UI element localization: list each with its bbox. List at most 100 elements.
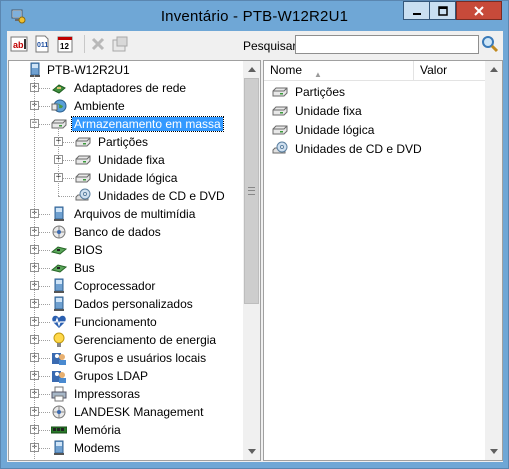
list-item[interactable]: Unidade lógica (268, 121, 488, 139)
tree-child-label: Unidades de CD e DVD (98, 189, 225, 203)
maximize-button[interactable] (429, 1, 456, 20)
list-scrollbar[interactable] (485, 61, 502, 460)
users-icon (52, 353, 66, 365)
drive-icon (51, 119, 67, 129)
toolbar-separator (84, 35, 85, 53)
tree-item-label: Arquivos de multimídia (74, 207, 196, 221)
binary-attribute-icon: 011 (35, 35, 49, 53)
tree-item[interactable]: + BIOS (9, 241, 243, 259)
list-item-label: Unidade fixa (295, 104, 362, 118)
tree-item[interactable]: − Armazenamento em massa (9, 115, 243, 133)
tree-item[interactable]: + Grupos LDAP (9, 367, 243, 385)
tree-item-label: BIOS (74, 243, 103, 257)
tree-item[interactable]: + Bus (9, 259, 243, 277)
tree-item[interactable]: + Dados personalizados (9, 295, 243, 313)
tree-item[interactable]: + Funcionamento (9, 313, 243, 331)
close-button[interactable] (456, 1, 502, 20)
title-bar[interactable]: Inventário - PTB-W12R2U1 (1, 1, 508, 31)
list-scroll-up-button[interactable] (485, 61, 502, 78)
minimize-button[interactable] (403, 1, 429, 20)
drive-icon (272, 125, 288, 135)
drive-icon (272, 106, 288, 116)
sort-ascending-icon: ▲ (314, 70, 322, 79)
users-icon (52, 371, 66, 383)
tree-child-item[interactable]: Unidades de CD e DVD (9, 187, 243, 205)
client-area: ab 011 12 Pesquisar: PTB-W12R2U1 + Adapt… (7, 31, 503, 462)
inventory-tree[interactable]: PTB-W12R2U1 + Adaptadores de rede + Ambiente… (9, 61, 243, 460)
inventory-window: Inventário - PTB-W12R2U1 ab 011 12 Pesqu… (0, 0, 509, 469)
tree-item-label: Gerenciamento de energia (74, 333, 217, 347)
binary-attribute-button[interactable]: 011 (33, 35, 51, 53)
properties-button[interactable] (111, 35, 129, 53)
drive-icon (75, 155, 91, 165)
tree-item[interactable]: + Grupos e usuários locais (9, 349, 243, 367)
search-button[interactable] (481, 35, 499, 53)
tree-item[interactable]: + LANDESK Management (9, 403, 243, 421)
scroll-down-arrow-icon (489, 449, 498, 454)
tree-item-label: Grupos LDAP (74, 369, 149, 383)
tree-child-label: Unidade fixa (98, 153, 165, 167)
computer-icon (54, 206, 64, 221)
list-item[interactable]: Unidades de CD e DVD (268, 140, 488, 158)
tree-item-label: Funcionamento (74, 315, 157, 329)
toolbar: ab 011 12 Pesquisar: (7, 31, 503, 59)
tree-child-item[interactable]: + Partições (9, 133, 243, 151)
tree-item-label: Grupos e usuários locais (74, 351, 207, 365)
database-icon (52, 405, 66, 419)
tree-item[interactable]: + Coprocessador (9, 277, 243, 295)
tree-scrollbar[interactable] (243, 61, 260, 460)
scroll-up-button[interactable] (243, 61, 260, 78)
drive-icon (272, 87, 288, 97)
scroll-grip-icon (248, 187, 255, 195)
list-item-label: Partições (295, 85, 346, 99)
svg-text:ab: ab (13, 40, 24, 50)
maximize-icon (437, 5, 448, 16)
tree-item-label: Ambiente (74, 99, 125, 113)
tree-item-label: Coprocessador (74, 279, 156, 293)
column-name-label: Nome (270, 63, 303, 77)
inventory-tree-pane: PTB-W12R2U1 + Adaptadores de rede + Ambiente… (8, 60, 261, 461)
drive-icon (75, 173, 91, 183)
search-input[interactable] (295, 35, 479, 54)
list-item[interactable]: Partições (268, 83, 488, 101)
tree-root[interactable]: PTB-W12R2U1 (9, 61, 243, 79)
scroll-up-arrow-icon (489, 67, 498, 72)
list-item-label: Unidades de CD e DVD (295, 142, 422, 156)
computer-icon (54, 278, 64, 293)
svg-text:12: 12 (60, 42, 69, 51)
column-value-label: Valor (420, 63, 448, 77)
tree-item[interactable]: + Arquivos de multimídia (9, 205, 243, 223)
list-header: Nome ▲ Valor (264, 61, 502, 81)
tree-item-label: Memória (74, 423, 121, 437)
tree-item-label: Adaptadores de rede (74, 81, 187, 95)
tree-child-item[interactable]: + Unidade fixa (9, 151, 243, 169)
list-scroll-down-button[interactable] (485, 443, 502, 460)
tree-item-label: Banco de dados (74, 225, 161, 239)
tree-item[interactable]: + Adaptadores de rede (9, 79, 243, 97)
computer-icon (54, 296, 64, 311)
detail-list-pane: Nome ▲ Valor Partições Unidade fixa Unidad… (263, 60, 503, 461)
calendar-icon: 12 (57, 36, 73, 53)
scroll-down-button[interactable] (243, 443, 260, 460)
list-item[interactable]: Unidade fixa (268, 102, 488, 120)
tree-child-item[interactable]: + Unidade lógica (9, 169, 243, 187)
tree-item[interactable]: + Gerenciamento de energia (9, 331, 243, 349)
delete-button[interactable] (89, 35, 107, 53)
scroll-thumb[interactable] (244, 78, 259, 304)
tree-item[interactable]: + Ambiente (9, 97, 243, 115)
tree-item-label: LANDESK Management (74, 405, 204, 419)
tree-item[interactable]: + Banco de dados (9, 223, 243, 241)
date-attribute-button[interactable]: 12 (56, 35, 74, 53)
tree-connector (34, 75, 35, 460)
tree-item[interactable]: + Impressoras (9, 385, 243, 403)
attribute-button[interactable]: ab (10, 35, 28, 53)
tree-connector (58, 196, 74, 197)
memory-icon (51, 426, 67, 434)
tree-root-label: PTB-W12R2U1 (47, 63, 130, 77)
tree-item[interactable]: + Memória (9, 421, 243, 439)
tree-item-label: Dados personalizados (74, 297, 193, 311)
tree-item[interactable]: + Modems (9, 439, 243, 457)
minimize-icon (412, 12, 421, 15)
column-header-name[interactable]: Nome ▲ (264, 61, 414, 80)
tree-item-label: Bus (74, 261, 95, 275)
